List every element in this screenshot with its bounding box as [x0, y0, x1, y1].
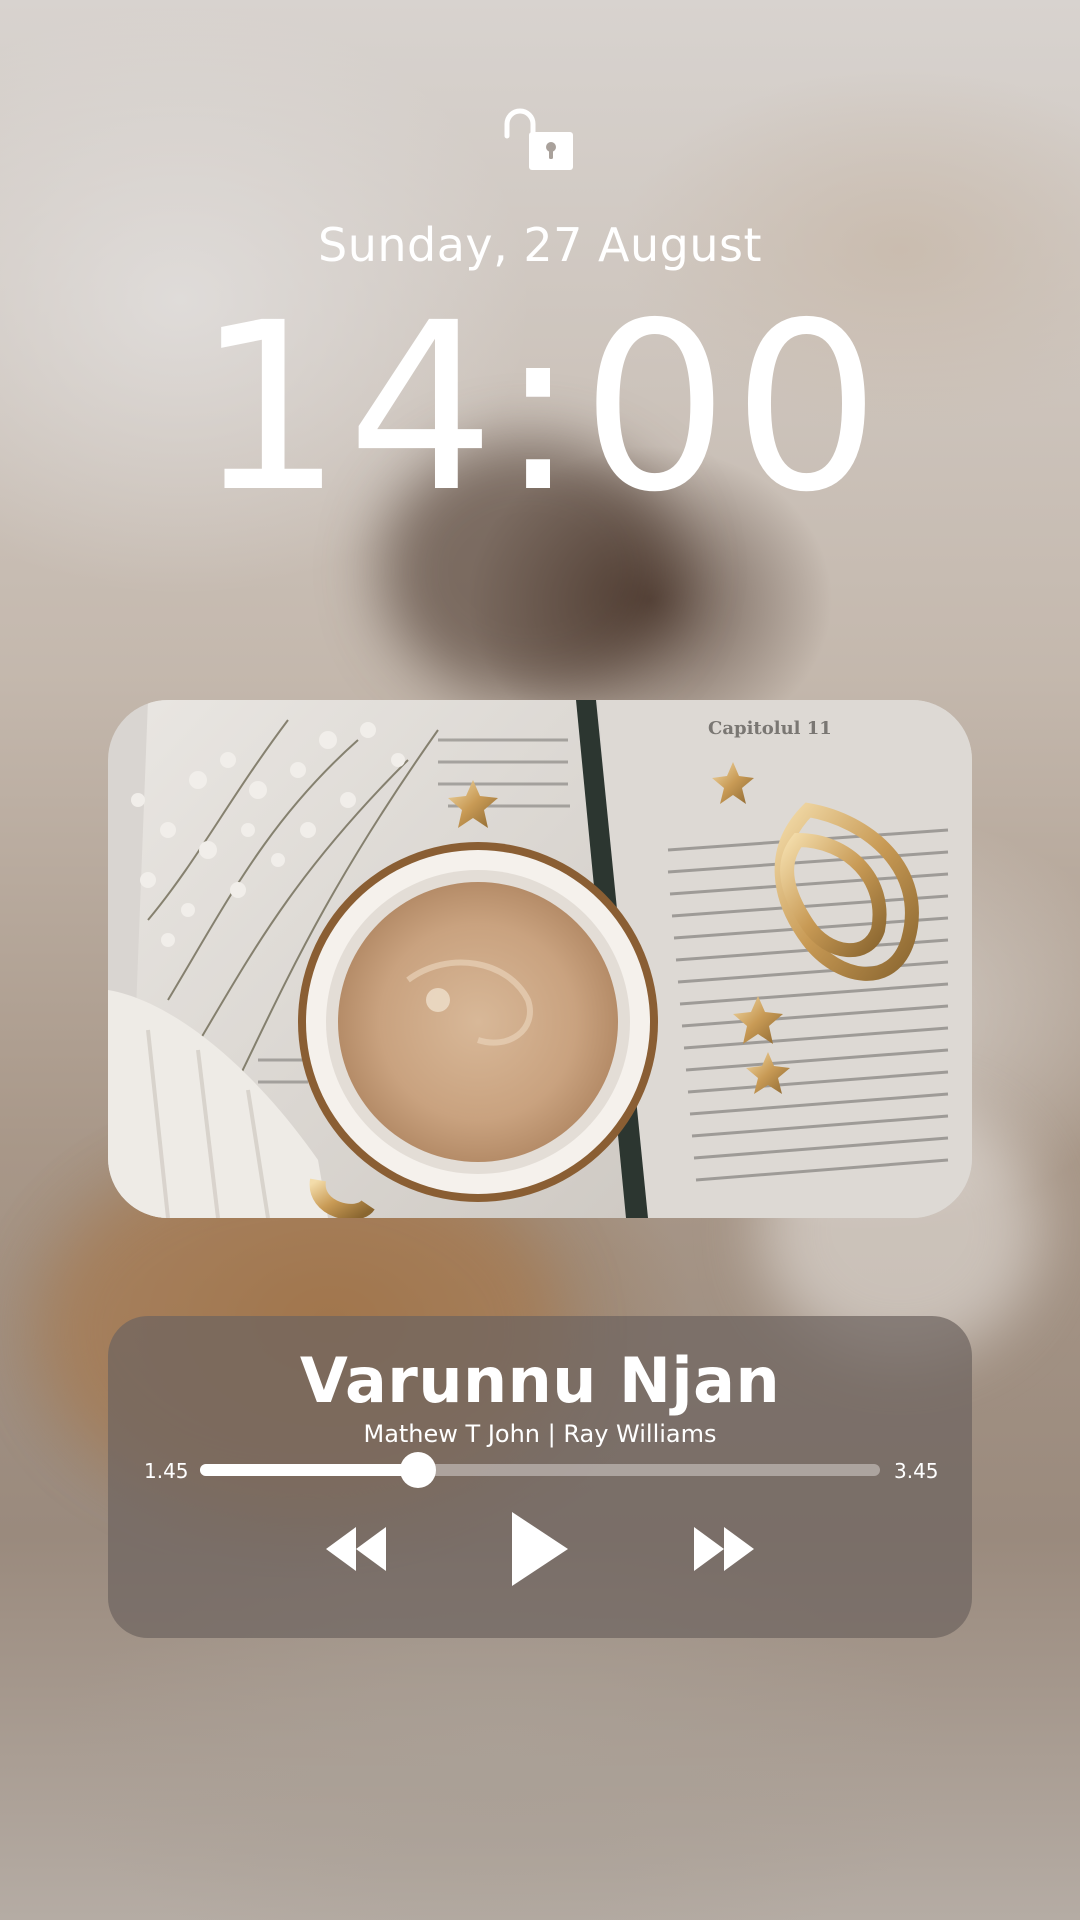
total-time: 3.45 — [894, 1459, 939, 1483]
progress-thumb[interactable] — [399, 1452, 436, 1488]
fast-forward-icon[interactable] — [694, 1527, 754, 1571]
song-artist: Mathew T John | Ray Williams — [363, 1420, 717, 1448]
album-art-image: Capitolul 11 — [108, 700, 972, 1218]
lockscreen-date: Sunday, 27 August — [318, 218, 762, 272]
unlocked-padlock-icon[interactable] — [503, 106, 575, 172]
album-art[interactable]: Capitolul 11 — [108, 700, 972, 1218]
rewind-icon[interactable] — [326, 1527, 386, 1571]
progress-slider[interactable] — [200, 1452, 880, 1488]
song-title: Varunnu Njan — [299, 1344, 781, 1417]
elapsed-time: 1.45 — [144, 1459, 189, 1483]
media-player-widget: Varunnu Njan Mathew T John | Ray William… — [108, 1316, 972, 1638]
play-icon[interactable] — [510, 1510, 570, 1588]
lockscreen-clock: 14:00 — [195, 273, 885, 543]
svg-text:Capitolul 11: Capitolul 11 — [708, 718, 832, 739]
progress-fill — [200, 1464, 418, 1476]
